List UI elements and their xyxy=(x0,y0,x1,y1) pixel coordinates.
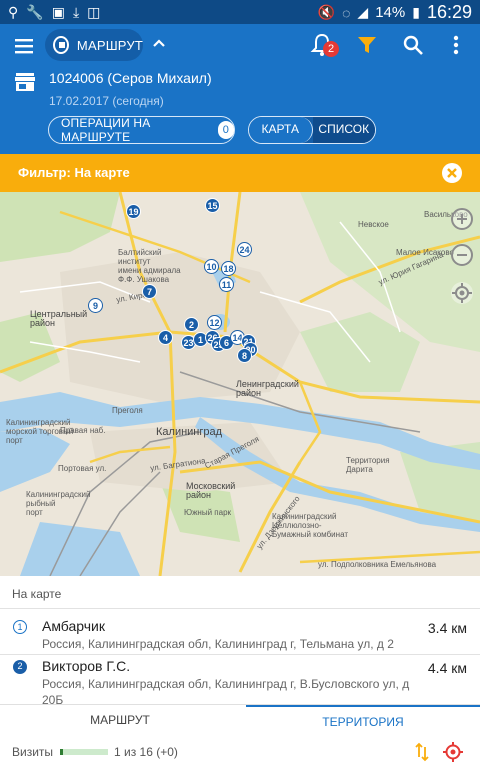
map-label-podpolkovnika: ул. Подполковника Емельянова xyxy=(318,560,437,569)
item-address: Россия, Калининградская обл, Калининград… xyxy=(42,637,394,651)
map-label-paper-mill: Калининградский Целлюлозно- Бумажный ком… xyxy=(272,512,348,539)
map-label-fishing-port: Калининградский рыбный порт xyxy=(26,490,91,517)
download-icon: ⤓ xyxy=(72,4,80,20)
list-item[interactable]: 2 Викторов Г.С. Россия, Калининградская … xyxy=(0,654,480,704)
route-date: 17.02.2017 (сегодня) xyxy=(49,94,164,108)
map-pin[interactable]: 19 xyxy=(126,204,141,219)
crosshair-icon xyxy=(452,283,472,303)
bottom-tabs: МАРШРУТ ТЕРРИТОРИЯ xyxy=(0,704,480,736)
map-pin[interactable]: 8 xyxy=(237,348,252,363)
filter-icon[interactable] xyxy=(356,34,378,56)
list-item[interactable]: 1 Амбарчик Россия, Калининградская обл, … xyxy=(0,608,480,654)
wifi-icon: ◌ xyxy=(342,4,351,21)
visits-progress-fill xyxy=(60,749,63,755)
map-pin[interactable]: 2 xyxy=(184,317,199,332)
item-name: Викторов Г.С. xyxy=(42,658,131,674)
route-chip[interactable]: МАРШРУТ xyxy=(45,29,143,61)
map-label-moscow-district: Московский район xyxy=(186,481,236,500)
map-pin[interactable]: 10 xyxy=(204,259,219,274)
search-icon[interactable] xyxy=(402,34,424,56)
list-header: На карте xyxy=(12,587,62,601)
map-label-leningrad-district: Ленинградский район xyxy=(236,379,299,398)
target-icon[interactable] xyxy=(443,742,463,762)
agent-name: 1024006 (Серов Михаил) xyxy=(49,70,212,86)
item-distance: 4.4 км xyxy=(427,660,467,676)
map-pin[interactable]: 12 xyxy=(207,315,222,330)
location-icon: ⚲ xyxy=(8,4,19,20)
item-number: 1 xyxy=(13,620,27,634)
item-number: 2 xyxy=(13,660,27,674)
visits-label: Визиты xyxy=(12,745,54,759)
minus-icon xyxy=(457,254,467,256)
notification-badge: 2 xyxy=(323,41,339,57)
map-pin[interactable]: 24 xyxy=(237,242,252,257)
map-pin[interactable]: 4 xyxy=(158,330,173,345)
tab-route[interactable]: МАРШРУТ xyxy=(0,705,240,737)
more-vert-icon[interactable] xyxy=(452,34,460,56)
chevron-up-icon[interactable] xyxy=(152,36,166,50)
battery-percent: 14% xyxy=(375,4,406,21)
plus-icon xyxy=(457,214,467,224)
sort-icon[interactable] xyxy=(414,742,430,762)
map-label-pregolya: Преголя xyxy=(112,406,143,415)
view-toggle: КАРТА СПИСОК xyxy=(248,116,376,144)
filter-bar: Фильтр: На карте xyxy=(0,154,480,192)
image-icon: ▣ xyxy=(51,4,65,20)
route-operations-label: ОПЕРАЦИИ НА МАРШРУТЕ xyxy=(61,116,151,144)
client-list: На карте 1 Амбарчик Россия, Калининградс… xyxy=(0,576,480,704)
map-label-central-district: Центральный район xyxy=(30,309,88,328)
item-name: Амбарчик xyxy=(42,618,106,634)
map-label-city: Калининград xyxy=(156,426,223,438)
map-label-pravaya-nab: Правая наб. xyxy=(60,426,106,435)
map-pin[interactable]: 11 xyxy=(219,277,234,292)
route-label: МАРШРУТ xyxy=(76,37,143,53)
map-label-nevskoe: Невское xyxy=(358,220,389,229)
map-view[interactable]: Балтийский институт имени адмирала Ф.Ф. … xyxy=(0,192,480,576)
route-operations-button[interactable]: ОПЕРАЦИИ НА МАРШРУТЕ 0 xyxy=(48,116,235,144)
view-map-button[interactable]: КАРТА xyxy=(249,117,313,143)
view-list-button[interactable]: СПИСОК xyxy=(312,117,375,143)
map-pin[interactable]: 18 xyxy=(221,261,236,276)
close-icon[interactable] xyxy=(441,162,463,184)
wrench-icon: 🔧 xyxy=(26,4,44,20)
mute-icon: 🔇 xyxy=(317,4,336,20)
visits-footer: Визиты 1 из 16 (+0) xyxy=(0,736,480,768)
my-location-button[interactable] xyxy=(451,282,473,304)
map-label-maloe-isakovo: Малое Исаково xyxy=(396,248,454,257)
menu-icon[interactable] xyxy=(12,34,36,58)
map-label-darita: Территория Дарита xyxy=(346,456,390,474)
zoom-out-button[interactable] xyxy=(451,244,473,266)
status-bar: ⚲ 🔧 ▣ ⤓ ◫ 🔇 ◌ ◢ 14% ▮ 16:29 xyxy=(0,0,480,24)
sd-card-icon: ◫ xyxy=(87,4,101,20)
item-address: Россия, Калининградская обл, Калининград… xyxy=(42,677,410,704)
route-operations-count: 0 xyxy=(217,121,234,139)
map-pin[interactable]: 9 xyxy=(88,298,103,313)
map-pin[interactable]: 7 xyxy=(142,284,157,299)
map-label-portovaya: Портовая ул. xyxy=(58,464,107,473)
visits-progress xyxy=(60,749,108,755)
map-label-south-park: Южный парк xyxy=(184,508,232,517)
map-pin[interactable]: 15 xyxy=(205,198,220,213)
app-bar: МАРШРУТ 2 1024006 (Серов Михаил) 17.02.2… xyxy=(0,24,480,154)
clock: 16:29 xyxy=(426,2,472,22)
visits-count: 1 из 16 (+0) xyxy=(114,745,178,759)
map-label-institute: Балтийский институт имени адмирала Ф.Ф. … xyxy=(118,248,181,284)
tab-territory[interactable]: ТЕРРИТОРИЯ xyxy=(246,705,480,737)
filter-label: Фильтр: На карте xyxy=(18,165,130,180)
item-distance: 3.4 км xyxy=(427,620,467,636)
stop-circle-icon xyxy=(53,36,69,54)
signal-icon: ◢ xyxy=(357,4,369,20)
zoom-in-button[interactable] xyxy=(451,208,473,230)
store-icon xyxy=(15,73,35,91)
battery-icon: ▮ xyxy=(412,4,420,20)
